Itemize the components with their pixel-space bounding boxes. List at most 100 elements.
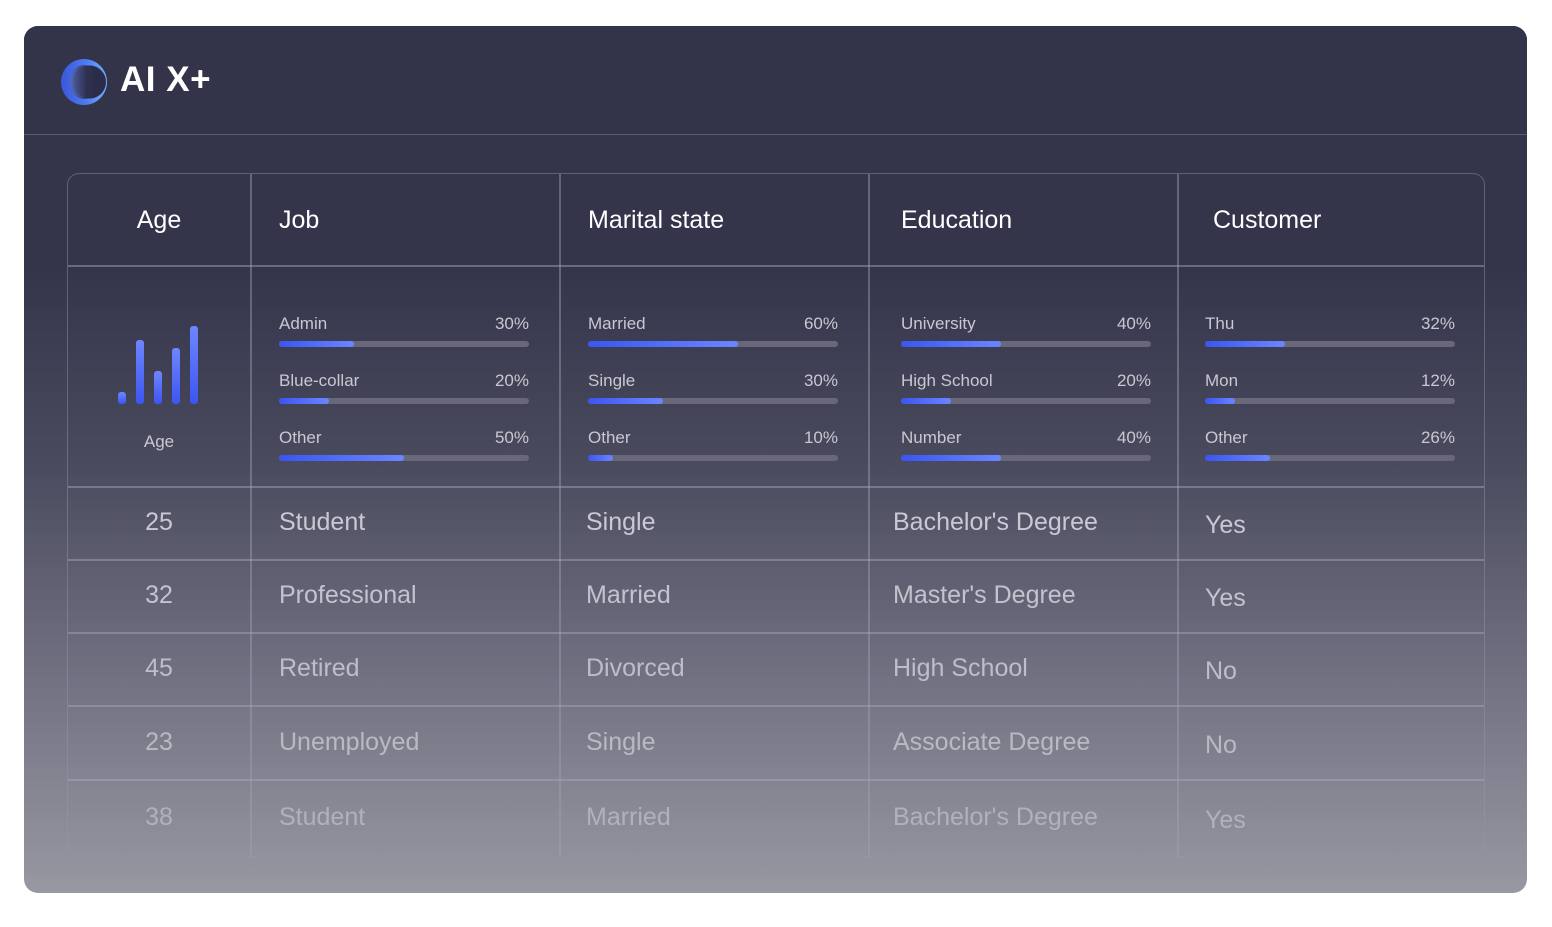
column-divider	[559, 174, 561, 857]
progress-fill	[901, 398, 951, 404]
distribution-percent: 60%	[803, 314, 838, 333]
column-divider	[1177, 174, 1179, 857]
data-table: Age Job Marital state Education Customer…	[67, 173, 1485, 858]
distribution-label: University	[901, 314, 976, 333]
progress-track	[1205, 341, 1455, 347]
distribution-item: Admin 30%	[279, 314, 529, 371]
column-header-marital-state[interactable]: Marital state	[588, 174, 724, 266]
table-cell-education: High School	[893, 654, 1028, 682]
column-header-education[interactable]: Education	[901, 174, 1012, 266]
distribution-label: Mon	[1205, 371, 1239, 390]
table-cell-marital-state: Married	[586, 581, 671, 609]
distribution-label: Other	[1205, 428, 1248, 447]
progress-fill	[1205, 398, 1235, 404]
progress-fill	[1205, 341, 1285, 347]
column-divider	[868, 174, 870, 857]
column-header-customer[interactable]: Customer	[1213, 174, 1321, 266]
education-distribution: University 40% High School 20% Number 40%	[901, 314, 1151, 485]
progress-track	[279, 398, 529, 404]
distribution-item: Married 60%	[588, 314, 838, 371]
age-histogram	[118, 324, 200, 404]
distribution-percent: 50%	[494, 428, 529, 447]
progress-fill	[279, 398, 329, 404]
progress-track	[588, 455, 838, 461]
age-histogram-bar	[118, 392, 126, 404]
distribution-label: High School	[901, 371, 993, 390]
distribution-percent: 30%	[803, 371, 838, 390]
table-cell-job: Retired	[279, 654, 360, 682]
progress-track	[1205, 455, 1455, 461]
progress-track	[588, 398, 838, 404]
progress-fill	[588, 341, 738, 347]
age-histogram-bar	[190, 326, 198, 404]
app-window: AI X+ Age Job Marital state Education Cu…	[24, 26, 1527, 893]
progress-track	[588, 341, 838, 347]
distribution-label: Other	[588, 428, 631, 447]
age-histogram-bar	[154, 371, 162, 404]
distribution-item: Number 40%	[901, 428, 1151, 485]
table-cell-age: 38	[145, 802, 173, 831]
table-cell-customer: Yes	[1205, 584, 1246, 612]
table-cell-job: Professional	[279, 581, 417, 609]
marital-distribution: Married 60% Single 30% Other 10%	[588, 314, 838, 485]
progress-track	[279, 455, 529, 461]
distribution-label: Admin	[279, 314, 328, 333]
distribution-label: Single	[588, 371, 636, 390]
distribution-item: Mon 12%	[1205, 371, 1455, 428]
distribution-item: Thu 32%	[1205, 314, 1455, 371]
progress-fill	[901, 455, 1001, 461]
progress-fill	[279, 341, 354, 347]
age-histogram-bar	[136, 340, 144, 404]
table-cell-marital-state: Divorced	[586, 654, 685, 682]
table-cell-age: 45	[145, 654, 173, 682]
table-cell-customer: Yes	[1205, 511, 1246, 539]
distribution-percent: 40%	[1116, 428, 1151, 447]
column-header-job[interactable]: Job	[279, 174, 319, 266]
distribution-label: Married	[588, 314, 646, 333]
distribution-item: Other 10%	[588, 428, 838, 485]
table-cell-age: 32	[145, 581, 173, 609]
distribution-label: Number	[901, 428, 962, 447]
progress-fill	[588, 455, 613, 461]
table-cell-customer: Yes	[1205, 805, 1246, 834]
job-distribution: Admin 30% Blue-collar 20% Other 50%	[279, 314, 529, 485]
table-cell-job: Unemployed	[279, 727, 420, 756]
distribution-item: University 40%	[901, 314, 1151, 371]
table-cell-job: Student	[279, 508, 366, 536]
distribution-percent: 12%	[1420, 371, 1455, 390]
age-histogram-label: Age	[143, 432, 175, 451]
distribution-label: Blue-collar	[279, 371, 360, 390]
ring-logo-icon	[61, 59, 107, 105]
progress-fill	[588, 398, 663, 404]
distribution-item: Other 26%	[1205, 428, 1455, 485]
table-cell-customer: No	[1205, 657, 1237, 685]
table-cell-education: Bachelor's Degree	[893, 802, 1098, 831]
table-cell-job: Student	[279, 802, 366, 831]
table-cell-age: 25	[145, 508, 173, 536]
progress-track	[279, 341, 529, 347]
table-cell-education: Bachelor's Degree	[893, 508, 1098, 536]
column-header-age[interactable]: Age	[68, 174, 250, 266]
distribution-item: Blue-collar 20%	[279, 371, 529, 428]
table-cell-education: Associate Degree	[893, 727, 1091, 756]
progress-fill	[1205, 455, 1270, 461]
table-cell-customer: No	[1205, 730, 1237, 759]
progress-fill	[901, 341, 1001, 347]
table-cell-education: Master's Degree	[893, 581, 1076, 609]
progress-track	[901, 455, 1151, 461]
age-histogram-bar	[172, 348, 180, 404]
app-title: AI X+	[120, 60, 212, 99]
table-cell-marital-state: Single	[586, 727, 656, 756]
distribution-percent: 30%	[494, 314, 529, 333]
progress-track	[901, 341, 1151, 347]
distribution-percent: 40%	[1116, 314, 1151, 333]
table-cell-marital-state: Single	[586, 508, 656, 536]
distribution-percent: 32%	[1420, 314, 1455, 333]
progress-track	[1205, 398, 1455, 404]
distribution-label: Other	[279, 428, 322, 447]
progress-fill	[279, 455, 404, 461]
table-cell-age: 23	[145, 727, 173, 756]
distribution-percent: 26%	[1420, 428, 1455, 447]
customer-distribution: Thu 32% Mon 12% Other 26%	[1205, 314, 1455, 485]
header-bar: AI X+	[24, 26, 1527, 135]
